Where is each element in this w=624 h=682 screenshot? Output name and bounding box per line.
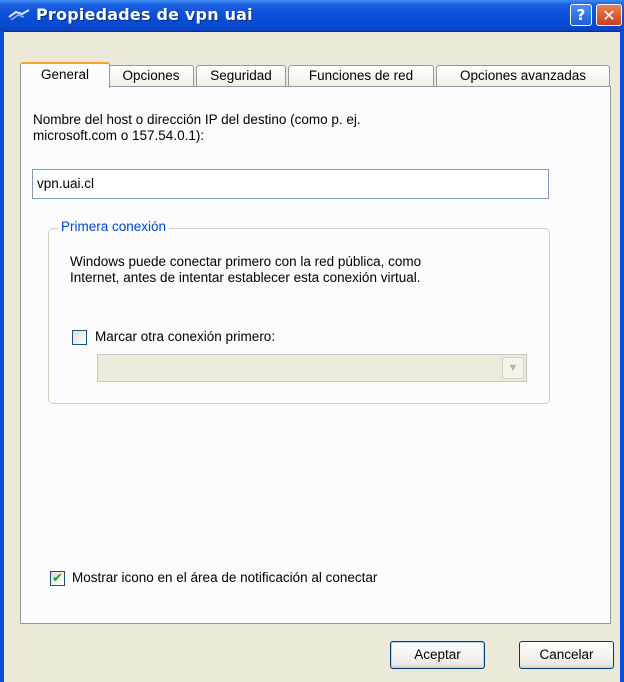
vpn-properties-dialog: Propiedades de vpn uai ? ✕ General Opcio… — [0, 0, 624, 682]
window-border-left — [0, 31, 4, 682]
window-border-right — [620, 31, 624, 682]
dial-first-combo: ▼ — [97, 354, 527, 382]
checkmark-icon: ✔ — [52, 571, 63, 586]
host-label: Nombre del host o dirección IP del desti… — [33, 112, 473, 144]
tab-general[interactable]: General — [20, 62, 110, 88]
dial-first-label[interactable]: Marcar otra conexión primero: — [95, 329, 275, 344]
tab-label: Opciones — [122, 68, 180, 83]
group-description-line1: Windows puede conectar primero con la re… — [70, 254, 422, 269]
tab-funciones-de-red[interactable]: Funciones de red — [288, 65, 434, 86]
group-description-line2: Internet, antes de intentar establecer e… — [70, 270, 421, 285]
host-label-line1: Nombre del host o dirección IP del desti… — [33, 112, 361, 127]
tab-opciones-avanzadas[interactable]: Opciones avanzadas — [436, 65, 610, 86]
dial-first-checkbox[interactable] — [72, 330, 87, 345]
tab-seguridad[interactable]: Seguridad — [196, 65, 286, 86]
show-icon-label[interactable]: Mostrar icono en el área de notificación… — [72, 570, 377, 585]
help-button[interactable]: ? — [570, 4, 592, 26]
network-connection-icon — [8, 9, 30, 21]
tab-label: General — [40, 67, 90, 82]
tab-label: Funciones de red — [308, 68, 414, 83]
group-title: Primera conexión — [58, 219, 170, 234]
tab-opciones[interactable]: Opciones — [108, 65, 194, 86]
tab-label: Seguridad — [210, 68, 272, 83]
title-bar[interactable]: Propiedades de vpn uai ? ✕ — [0, 0, 624, 32]
window-title: Propiedades de vpn uai — [36, 5, 253, 24]
cancel-button[interactable]: Cancelar — [519, 641, 614, 669]
ok-button[interactable]: Aceptar — [390, 641, 485, 669]
chevron-down-icon: ▼ — [502, 357, 524, 379]
group-description: Windows puede conectar primero con la re… — [70, 254, 530, 286]
help-icon: ? — [576, 6, 586, 24]
close-button[interactable]: ✕ — [596, 4, 622, 26]
close-icon: ✕ — [602, 5, 616, 25]
tab-label: Opciones avanzadas — [459, 68, 587, 83]
host-label-line2: microsoft.com o 157.54.0.1): — [33, 128, 205, 143]
show-icon-checkbox[interactable]: ✔ — [50, 571, 65, 586]
host-input[interactable]: vpn.uai.cl — [32, 169, 549, 199]
